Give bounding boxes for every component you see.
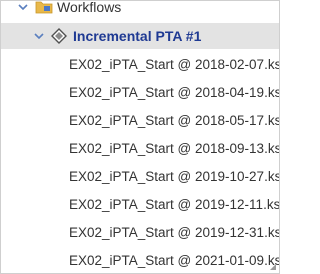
tree-item-label: EX02_iPTA_Start @ 2018-04-19.ks5 [69, 84, 280, 100]
tree-item-dataset[interactable]: EX02_iPTA_Start @ 2018-02-07.ks5 [1, 51, 279, 77]
tree-item-dataset[interactable]: EX02_iPTA_Start @ 2018-04-19.ks5 [1, 79, 279, 105]
tree-item-label: EX02_iPTA_Start @ 2021-01-09.ks5 [69, 252, 280, 268]
tree-item-dataset[interactable]: EX02_iPTA_Start @ 2019-10-27.ks5 [1, 163, 279, 189]
folder-icon [35, 1, 53, 14]
tree-item-label: EX02_iPTA_Start @ 2019-10-27.ks5 [69, 168, 280, 184]
tree-item-label: EX02_iPTA_Start @ 2018-09-13.ks5 [69, 140, 280, 156]
tree-item-label: EX02_iPTA_Start @ 2019-12-31.ks5 [69, 224, 280, 240]
tree-item-label: EX02_iPTA_Start @ 2018-02-07.ks5 [69, 56, 280, 72]
tree-item-workflows[interactable]: Workflows [1, 0, 279, 19]
tree-item-dataset[interactable]: EX02_iPTA_Start @ 2019-12-11.ks5 [1, 191, 279, 217]
chevron-down-icon[interactable] [17, 1, 29, 13]
tree-item-dataset[interactable]: EX02_iPTA_Start @ 2018-09-13.ks5 [1, 135, 279, 161]
chevron-down-icon[interactable] [33, 30, 45, 42]
workflow-diamond-icon [51, 28, 67, 44]
tree-item-dataset[interactable]: EX02_iPTA_Start @ 2021-01-09.ks5 [1, 247, 279, 273]
tree-item-label: EX02_iPTA_Start @ 2019-12-11.ks5 [69, 196, 280, 212]
tree-item-dataset[interactable]: EX02_iPTA_Start @ 2019-12-31.ks5 [1, 219, 279, 245]
tree-item-group-label: Incremental PTA #1 [73, 28, 202, 44]
tree-item-dataset[interactable]: EX02_iPTA_Start @ 2018-05-17.ks5 [1, 107, 279, 133]
project-tree-panel: Workflows Incremental PTA #1 EX02_iPTA_S… [0, 0, 280, 274]
scroll-corner-icon[interactable] [269, 263, 277, 271]
tree-item-label: EX02_iPTA_Start @ 2018-05-17.ks5 [69, 112, 280, 128]
tree-item-incremental-pta[interactable]: Incremental PTA #1 [1, 23, 279, 49]
tree-item-workflows-label: Workflows [57, 0, 122, 15]
